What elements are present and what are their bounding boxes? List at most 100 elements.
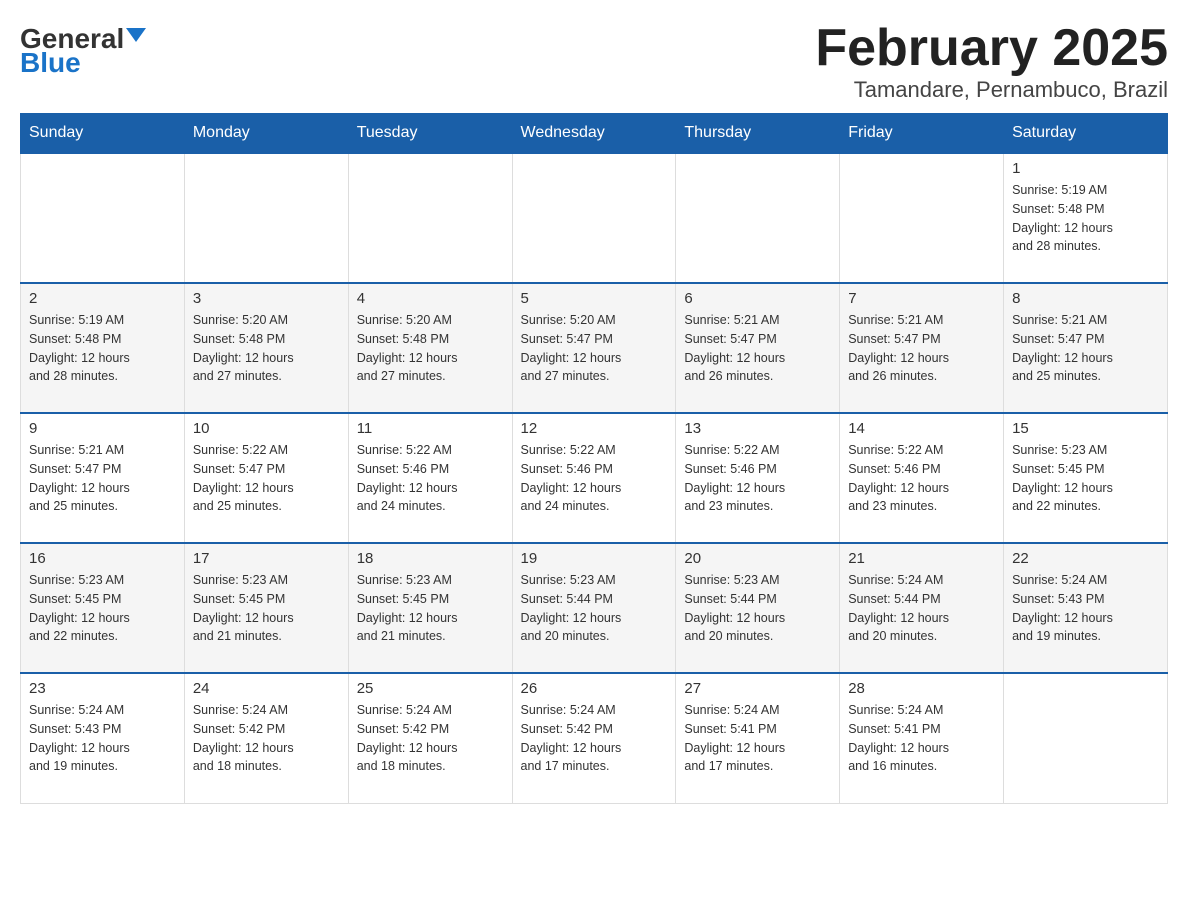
day-info: Sunrise: 5:20 AMSunset: 5:47 PMDaylight:… <box>521 311 668 386</box>
table-row <box>184 153 348 283</box>
table-row <box>21 153 185 283</box>
day-number: 4 <box>357 290 504 307</box>
table-row <box>348 153 512 283</box>
header-tuesday: Tuesday <box>348 114 512 154</box>
logo-blue: Blue <box>20 49 81 77</box>
table-row: 2 Sunrise: 5:19 AMSunset: 5:48 PMDaylight… <box>21 283 185 413</box>
table-row: 13Sunrise: 5:22 AMSunset: 5:46 PMDayligh… <box>676 413 840 543</box>
day-number: 27 <box>684 680 831 697</box>
day-info: Sunrise: 5:22 AMSunset: 5:47 PMDaylight:… <box>193 441 340 516</box>
day-number: 8 <box>1012 290 1159 307</box>
day-info: Sunrise: 5:23 AMSunset: 5:45 PMDaylight:… <box>357 571 504 646</box>
day-info: Sunrise: 5:20 AMSunset: 5:48 PMDaylight:… <box>357 311 504 386</box>
day-number: 7 <box>848 290 995 307</box>
day-info: Sunrise: 5:24 AMSunset: 5:42 PMDaylight:… <box>357 701 504 776</box>
table-row <box>1004 673 1168 803</box>
table-row: 6 Sunrise: 5:21 AMSunset: 5:47 PMDaylight… <box>676 283 840 413</box>
table-row: 20 Sunrise: 5:23 AMSunset: 5:44 PMDayligh… <box>676 543 840 673</box>
day-number: 15 <box>1012 420 1159 437</box>
day-info: Sunrise: 5:19 AMSunset: 5:48 PMDaylight:… <box>29 311 176 386</box>
logo: General Blue <box>20 20 146 77</box>
day-number: 9 <box>29 420 176 437</box>
table-row <box>840 153 1004 283</box>
day-info: Sunrise: 5:24 AMSunset: 5:41 PMDaylight:… <box>848 701 995 776</box>
table-row: 1 Sunrise: 5:19 AMSunset: 5:48 PMDaylight… <box>1004 153 1168 283</box>
day-info: Sunrise: 5:22 AMSunset: 5:46 PMDaylight:… <box>357 441 504 516</box>
day-number: 1 <box>1012 160 1159 177</box>
day-number: 5 <box>521 290 668 307</box>
calendar-week-row: 23 Sunrise: 5:24 AMSunset: 5:43 PMDayligh… <box>21 673 1168 803</box>
table-row: 16 Sunrise: 5:23 AMSunset: 5:45 PMDayligh… <box>21 543 185 673</box>
day-number: 12 <box>521 420 668 437</box>
day-number: 23 <box>29 680 176 697</box>
day-number: 19 <box>521 550 668 567</box>
day-info: Sunrise: 5:24 AMSunset: 5:43 PMDaylight:… <box>1012 571 1159 646</box>
day-info: Sunrise: 5:19 AMSunset: 5:48 PMDaylight:… <box>1012 181 1159 256</box>
table-row: 15 Sunrise: 5:23 AMSunset: 5:45 PMDayligh… <box>1004 413 1168 543</box>
day-number: 2 <box>29 290 176 307</box>
day-info: Sunrise: 5:23 AMSunset: 5:45 PMDaylight:… <box>1012 441 1159 516</box>
day-number: 24 <box>193 680 340 697</box>
day-info: Sunrise: 5:21 AMSunset: 5:47 PMDaylight:… <box>848 311 995 386</box>
day-info: Sunrise: 5:24 AMSunset: 5:42 PMDaylight:… <box>521 701 668 776</box>
table-row: 9Sunrise: 5:21 AMSunset: 5:47 PMDaylight… <box>21 413 185 543</box>
day-info: Sunrise: 5:23 AMSunset: 5:45 PMDaylight:… <box>193 571 340 646</box>
calendar-table: Sunday Monday Tuesday Wednesday Thursday… <box>20 113 1168 804</box>
table-row: 19 Sunrise: 5:23 AMSunset: 5:44 PMDayligh… <box>512 543 676 673</box>
header-wednesday: Wednesday <box>512 114 676 154</box>
day-number: 16 <box>29 550 176 567</box>
header-sunday: Sunday <box>21 114 185 154</box>
table-row: 7 Sunrise: 5:21 AMSunset: 5:47 PMDaylight… <box>840 283 1004 413</box>
table-row: 4 Sunrise: 5:20 AMSunset: 5:48 PMDaylight… <box>348 283 512 413</box>
day-number: 6 <box>684 290 831 307</box>
day-info: Sunrise: 5:24 AMSunset: 5:41 PMDaylight:… <box>684 701 831 776</box>
day-info: Sunrise: 5:24 AMSunset: 5:44 PMDaylight:… <box>848 571 995 646</box>
day-number: 14 <box>848 420 995 437</box>
table-row: 26 Sunrise: 5:24 AMSunset: 5:42 PMDayligh… <box>512 673 676 803</box>
header-thursday: Thursday <box>676 114 840 154</box>
day-info: Sunrise: 5:23 AMSunset: 5:44 PMDaylight:… <box>684 571 831 646</box>
header-monday: Monday <box>184 114 348 154</box>
day-number: 13 <box>684 420 831 437</box>
day-number: 25 <box>357 680 504 697</box>
day-info: Sunrise: 5:24 AMSunset: 5:43 PMDaylight:… <box>29 701 176 776</box>
table-row: 24 Sunrise: 5:24 AMSunset: 5:42 PMDayligh… <box>184 673 348 803</box>
table-row: 22 Sunrise: 5:24 AMSunset: 5:43 PMDayligh… <box>1004 543 1168 673</box>
day-info: Sunrise: 5:21 AMSunset: 5:47 PMDaylight:… <box>1012 311 1159 386</box>
table-row: 28Sunrise: 5:24 AMSunset: 5:41 PMDayligh… <box>840 673 1004 803</box>
day-info: Sunrise: 5:22 AMSunset: 5:46 PMDaylight:… <box>848 441 995 516</box>
day-info: Sunrise: 5:24 AMSunset: 5:42 PMDaylight:… <box>193 701 340 776</box>
day-info: Sunrise: 5:23 AMSunset: 5:44 PMDaylight:… <box>521 571 668 646</box>
table-row: 12 Sunrise: 5:22 AMSunset: 5:46 PMDayligh… <box>512 413 676 543</box>
table-row: 17 Sunrise: 5:23 AMSunset: 5:45 PMDayligh… <box>184 543 348 673</box>
calendar-week-row: 16 Sunrise: 5:23 AMSunset: 5:45 PMDayligh… <box>21 543 1168 673</box>
calendar-week-row: 9Sunrise: 5:21 AMSunset: 5:47 PMDaylight… <box>21 413 1168 543</box>
calendar-week-row: 1 Sunrise: 5:19 AMSunset: 5:48 PMDaylight… <box>21 153 1168 283</box>
day-number: 18 <box>357 550 504 567</box>
day-number: 11 <box>357 420 504 437</box>
day-number: 22 <box>1012 550 1159 567</box>
table-row: 11 Sunrise: 5:22 AMSunset: 5:46 PMDayligh… <box>348 413 512 543</box>
day-number: 17 <box>193 550 340 567</box>
table-row <box>512 153 676 283</box>
table-row: 27 Sunrise: 5:24 AMSunset: 5:41 PMDayligh… <box>676 673 840 803</box>
calendar-week-row: 2 Sunrise: 5:19 AMSunset: 5:48 PMDaylight… <box>21 283 1168 413</box>
day-info: Sunrise: 5:23 AMSunset: 5:45 PMDaylight:… <box>29 571 176 646</box>
day-number: 3 <box>193 290 340 307</box>
day-info: Sunrise: 5:21 AMSunset: 5:47 PMDaylight:… <box>684 311 831 386</box>
calendar-subtitle: Tamandare, Pernambuco, Brazil <box>815 77 1168 103</box>
table-row: 25 Sunrise: 5:24 AMSunset: 5:42 PMDayligh… <box>348 673 512 803</box>
table-row: 10 Sunrise: 5:22 AMSunset: 5:47 PMDayligh… <box>184 413 348 543</box>
title-section: February 2025 Tamandare, Pernambuco, Bra… <box>815 20 1168 103</box>
table-row <box>676 153 840 283</box>
page-header: General Blue February 2025 Tamandare, Pe… <box>20 20 1168 103</box>
day-number: 20 <box>684 550 831 567</box>
table-row: 3Sunrise: 5:20 AMSunset: 5:48 PMDaylight… <box>184 283 348 413</box>
day-info: Sunrise: 5:22 AMSunset: 5:46 PMDaylight:… <box>521 441 668 516</box>
day-number: 10 <box>193 420 340 437</box>
header-friday: Friday <box>840 114 1004 154</box>
table-row: 5 Sunrise: 5:20 AMSunset: 5:47 PMDaylight… <box>512 283 676 413</box>
day-number: 26 <box>521 680 668 697</box>
header-saturday: Saturday <box>1004 114 1168 154</box>
table-row: 21Sunrise: 5:24 AMSunset: 5:44 PMDayligh… <box>840 543 1004 673</box>
